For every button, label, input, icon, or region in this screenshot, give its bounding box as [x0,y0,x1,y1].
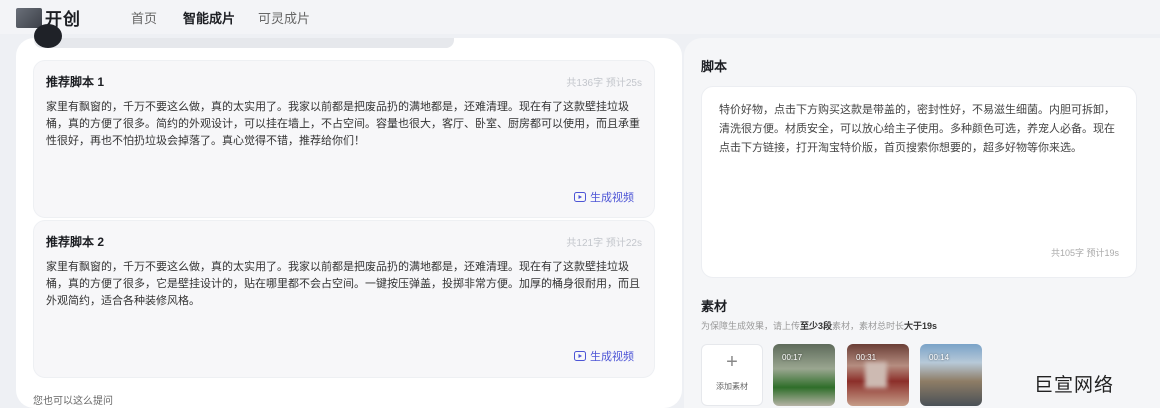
generate-video-button[interactable]: 生成视频 [574,348,634,364]
play-icon [574,192,586,202]
play-icon [574,351,586,361]
material-thumbnail[interactable]: 00:14 [920,344,982,406]
script-card-meta: 共136字 预计25s [566,78,642,89]
generate-video-label: 生成视频 [590,351,634,363]
material-hint: 为保障生成效果，请上传至少3段素材，素材总时长大于19s [701,321,938,331]
material-section-title: 素材 [701,299,728,314]
logo-icon [16,7,42,28]
assistant-avatar [34,24,62,48]
generate-video-label: 生成视频 [590,192,634,204]
thumbnail-duration: 00:17 [782,353,803,362]
script-text: 特价好物，点击下方购买这款是带盖的，密封性好，不易滋生细菌。内胆可拆卸，清洗很方… [719,104,1115,154]
script-card-title: 推荐脚本 1 [46,75,105,89]
script-card-1: 推荐脚本 1 共136字 预计25s 家里有飘窗的，千万不要这么做，真的太实用了… [33,60,655,218]
plus-icon: + [726,351,738,373]
add-material-label: 添加素材 [716,382,748,391]
script-textarea[interactable]: 特价好物，点击下方购买这款是带盖的，密封性好，不易滋生细菌。内胆可拆卸，清洗很方… [701,86,1137,278]
watermark: 巨宣网络 [1034,375,1115,396]
generate-video-button[interactable]: 生成视频 [574,189,634,205]
script-card-body: 家里有飘窗的，千万不要这么做，真的太实用了。我家以前都是把废品扔的满地都是，还难… [46,101,640,147]
top-nav-bar: 开创 首页 智能成片 可灵成片 [0,0,1160,34]
prompt-bubble-partial [34,38,454,48]
nav-item-home[interactable]: 首页 [131,8,157,27]
material-thumbnail[interactable]: 00:31 [847,344,909,406]
thumbnail-duration: 00:14 [929,353,950,362]
add-material-button[interactable]: + 添加素材 [701,344,763,406]
nav-item-kling-video[interactable]: 可灵成片 [258,8,310,27]
thumbnail-duration: 00:31 [856,353,877,362]
blurred-region [865,362,887,388]
script-word-count: 共105字 预计19s [1050,248,1119,258]
material-thumbnail[interactable]: 00:17 [773,344,835,406]
script-card-body: 家里有飘窗的，千万不要这么做，真的太实用了。我家以前都是把废品扔的满地都是，还难… [46,261,640,307]
nav-item-smart-video[interactable]: 智能成片 [183,8,235,27]
script-card-title: 推荐脚本 2 [46,235,105,249]
script-section-title: 脚本 [701,59,728,74]
script-card-2: 推荐脚本 2 共121字 预计22s 家里有飘窗的，千万不要这么做，真的太实用了… [33,220,655,378]
script-card-meta: 共121字 预计22s [566,238,642,249]
suggestion-hint[interactable]: 您也可以这么提问 [33,392,113,407]
